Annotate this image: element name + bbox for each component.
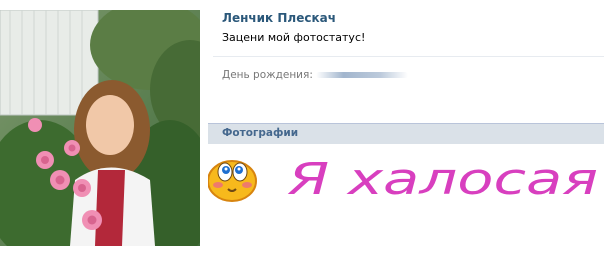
- photo-status-text: Я халосая: [287, 154, 598, 205]
- photo-status-banner[interactable]: Я халосая: [208, 152, 604, 212]
- profile-avatar[interactable]: [0, 10, 200, 246]
- profile-status[interactable]: Зацени мой фотостатус!: [222, 31, 365, 44]
- photos-section-title[interactable]: Фотографии: [222, 127, 298, 139]
- birthday-label: День рождения:: [222, 69, 313, 81]
- divider: [213, 56, 604, 57]
- photo-status-image: Я халосая: [208, 154, 598, 205]
- profile-info: Ленчик Плескач Зацени мой фотостатус! Де…: [208, 0, 604, 256]
- photos-section-header[interactable]: Фотографии: [208, 123, 604, 144]
- smiley-icon: [208, 160, 257, 202]
- profile-name[interactable]: Ленчик Плескач: [222, 11, 336, 25]
- birthday-value-blurred: [316, 72, 408, 78]
- profile-photo: [0, 10, 200, 246]
